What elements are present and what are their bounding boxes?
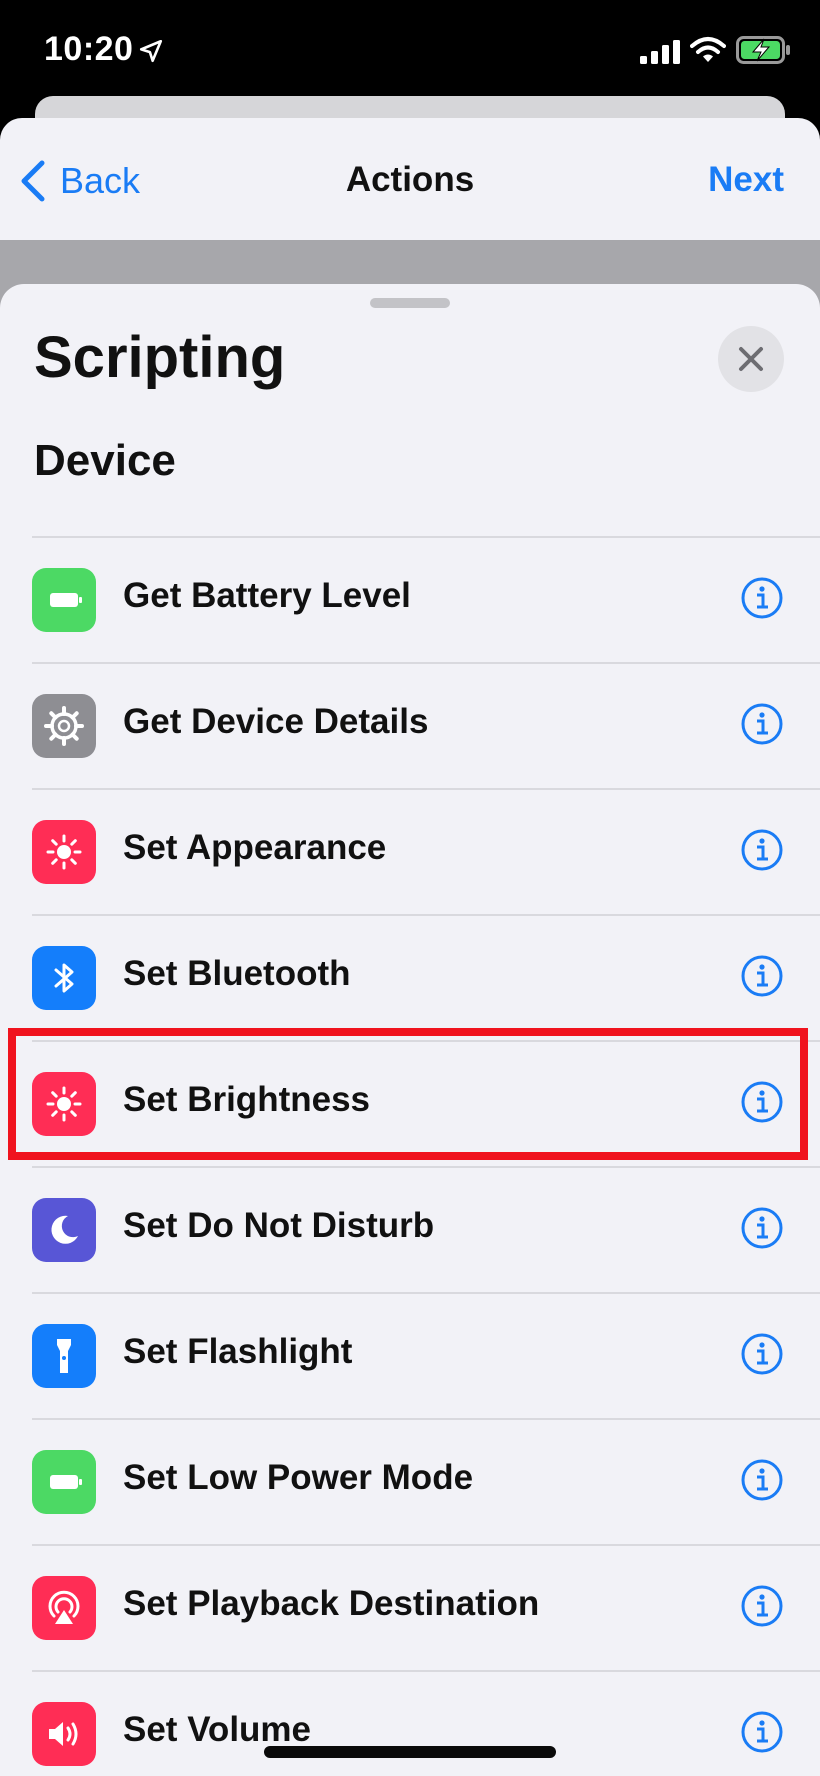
action-row-set-appearance[interactable]: Set Appearance [32,788,820,914]
next-button[interactable]: Next [708,160,784,200]
info-icon [741,703,783,745]
info-button[interactable] [740,1458,784,1502]
info-button[interactable] [740,1080,784,1124]
action-label: Get Device Details [123,702,429,741]
action-label: Set Playback Destination [123,1584,540,1623]
info-icon [741,1711,783,1753]
action-label: Get Battery Level [123,576,411,615]
info-button[interactable] [740,576,784,620]
action-list: Get Battery Level Get Device Details Set… [0,536,820,1776]
close-icon [739,347,763,371]
battery-icon [32,568,96,632]
scripting-sheet: Scripting Device Get Battery Level Get D… [0,284,820,1776]
action-row-set-low-power-mode[interactable]: Set Low Power Mode [32,1418,820,1544]
action-label: Set Bluetooth [123,954,351,993]
navigation-bar: Back Actions Next [0,118,820,240]
info-button[interactable] [740,828,784,872]
action-row-set-do-not-disturb[interactable]: Set Do Not Disturb [32,1166,820,1292]
home-indicator [264,1746,556,1758]
close-button[interactable] [718,326,784,392]
info-icon [741,1585,783,1627]
wifi-icon [690,37,726,62]
bluetooth-icon [32,946,96,1010]
info-button[interactable] [740,702,784,746]
info-icon [741,1333,783,1375]
cellular-signal-icon [640,40,680,64]
airplay-icon [32,1576,96,1640]
action-row-get-battery-level[interactable]: Get Battery Level [32,536,820,662]
info-icon [741,577,783,619]
action-row-set-playback-destination[interactable]: Set Playback Destination [32,1544,820,1670]
battery-charging-icon [736,36,790,64]
sheet-grabber[interactable] [370,298,450,308]
action-label: Set Flashlight [123,1332,353,1371]
action-row-set-flashlight[interactable]: Set Flashlight [32,1292,820,1418]
info-icon [741,829,783,871]
status-bar: 10:20 [0,0,820,100]
action-label: Set Volume [123,1710,312,1749]
info-button[interactable] [740,1332,784,1376]
action-row-set-volume[interactable]: Set Volume [32,1670,820,1776]
info-icon [741,1081,783,1123]
action-label: Set Do Not Disturb [123,1206,435,1245]
battery-icon [32,1450,96,1514]
action-row-set-brightness[interactable]: Set Brightness [32,1040,820,1166]
action-label: Set Low Power Mode [123,1458,474,1497]
status-time: 10:20 [44,30,134,68]
action-label: Set Appearance [123,828,387,867]
info-icon [741,955,783,997]
flashlight-icon [32,1324,96,1388]
moon-icon [32,1198,96,1262]
info-button[interactable] [740,1206,784,1250]
sheet-title: Scripting [34,325,286,390]
action-row-set-bluetooth[interactable]: Set Bluetooth [32,914,820,1040]
gear-icon [32,694,96,758]
info-button[interactable] [740,1584,784,1628]
info-button[interactable] [740,954,784,998]
info-icon [741,1459,783,1501]
action-label: Set Brightness [123,1080,370,1119]
section-header: Device [34,436,176,485]
location-arrow-icon [139,39,163,63]
info-button[interactable] [740,1710,784,1754]
sun-icon [32,1072,96,1136]
nav-title: Actions [345,160,475,199]
sun-icon [32,820,96,884]
speaker-icon [32,1702,96,1766]
info-icon [741,1207,783,1249]
action-row-get-device-details[interactable]: Get Device Details [32,662,820,788]
